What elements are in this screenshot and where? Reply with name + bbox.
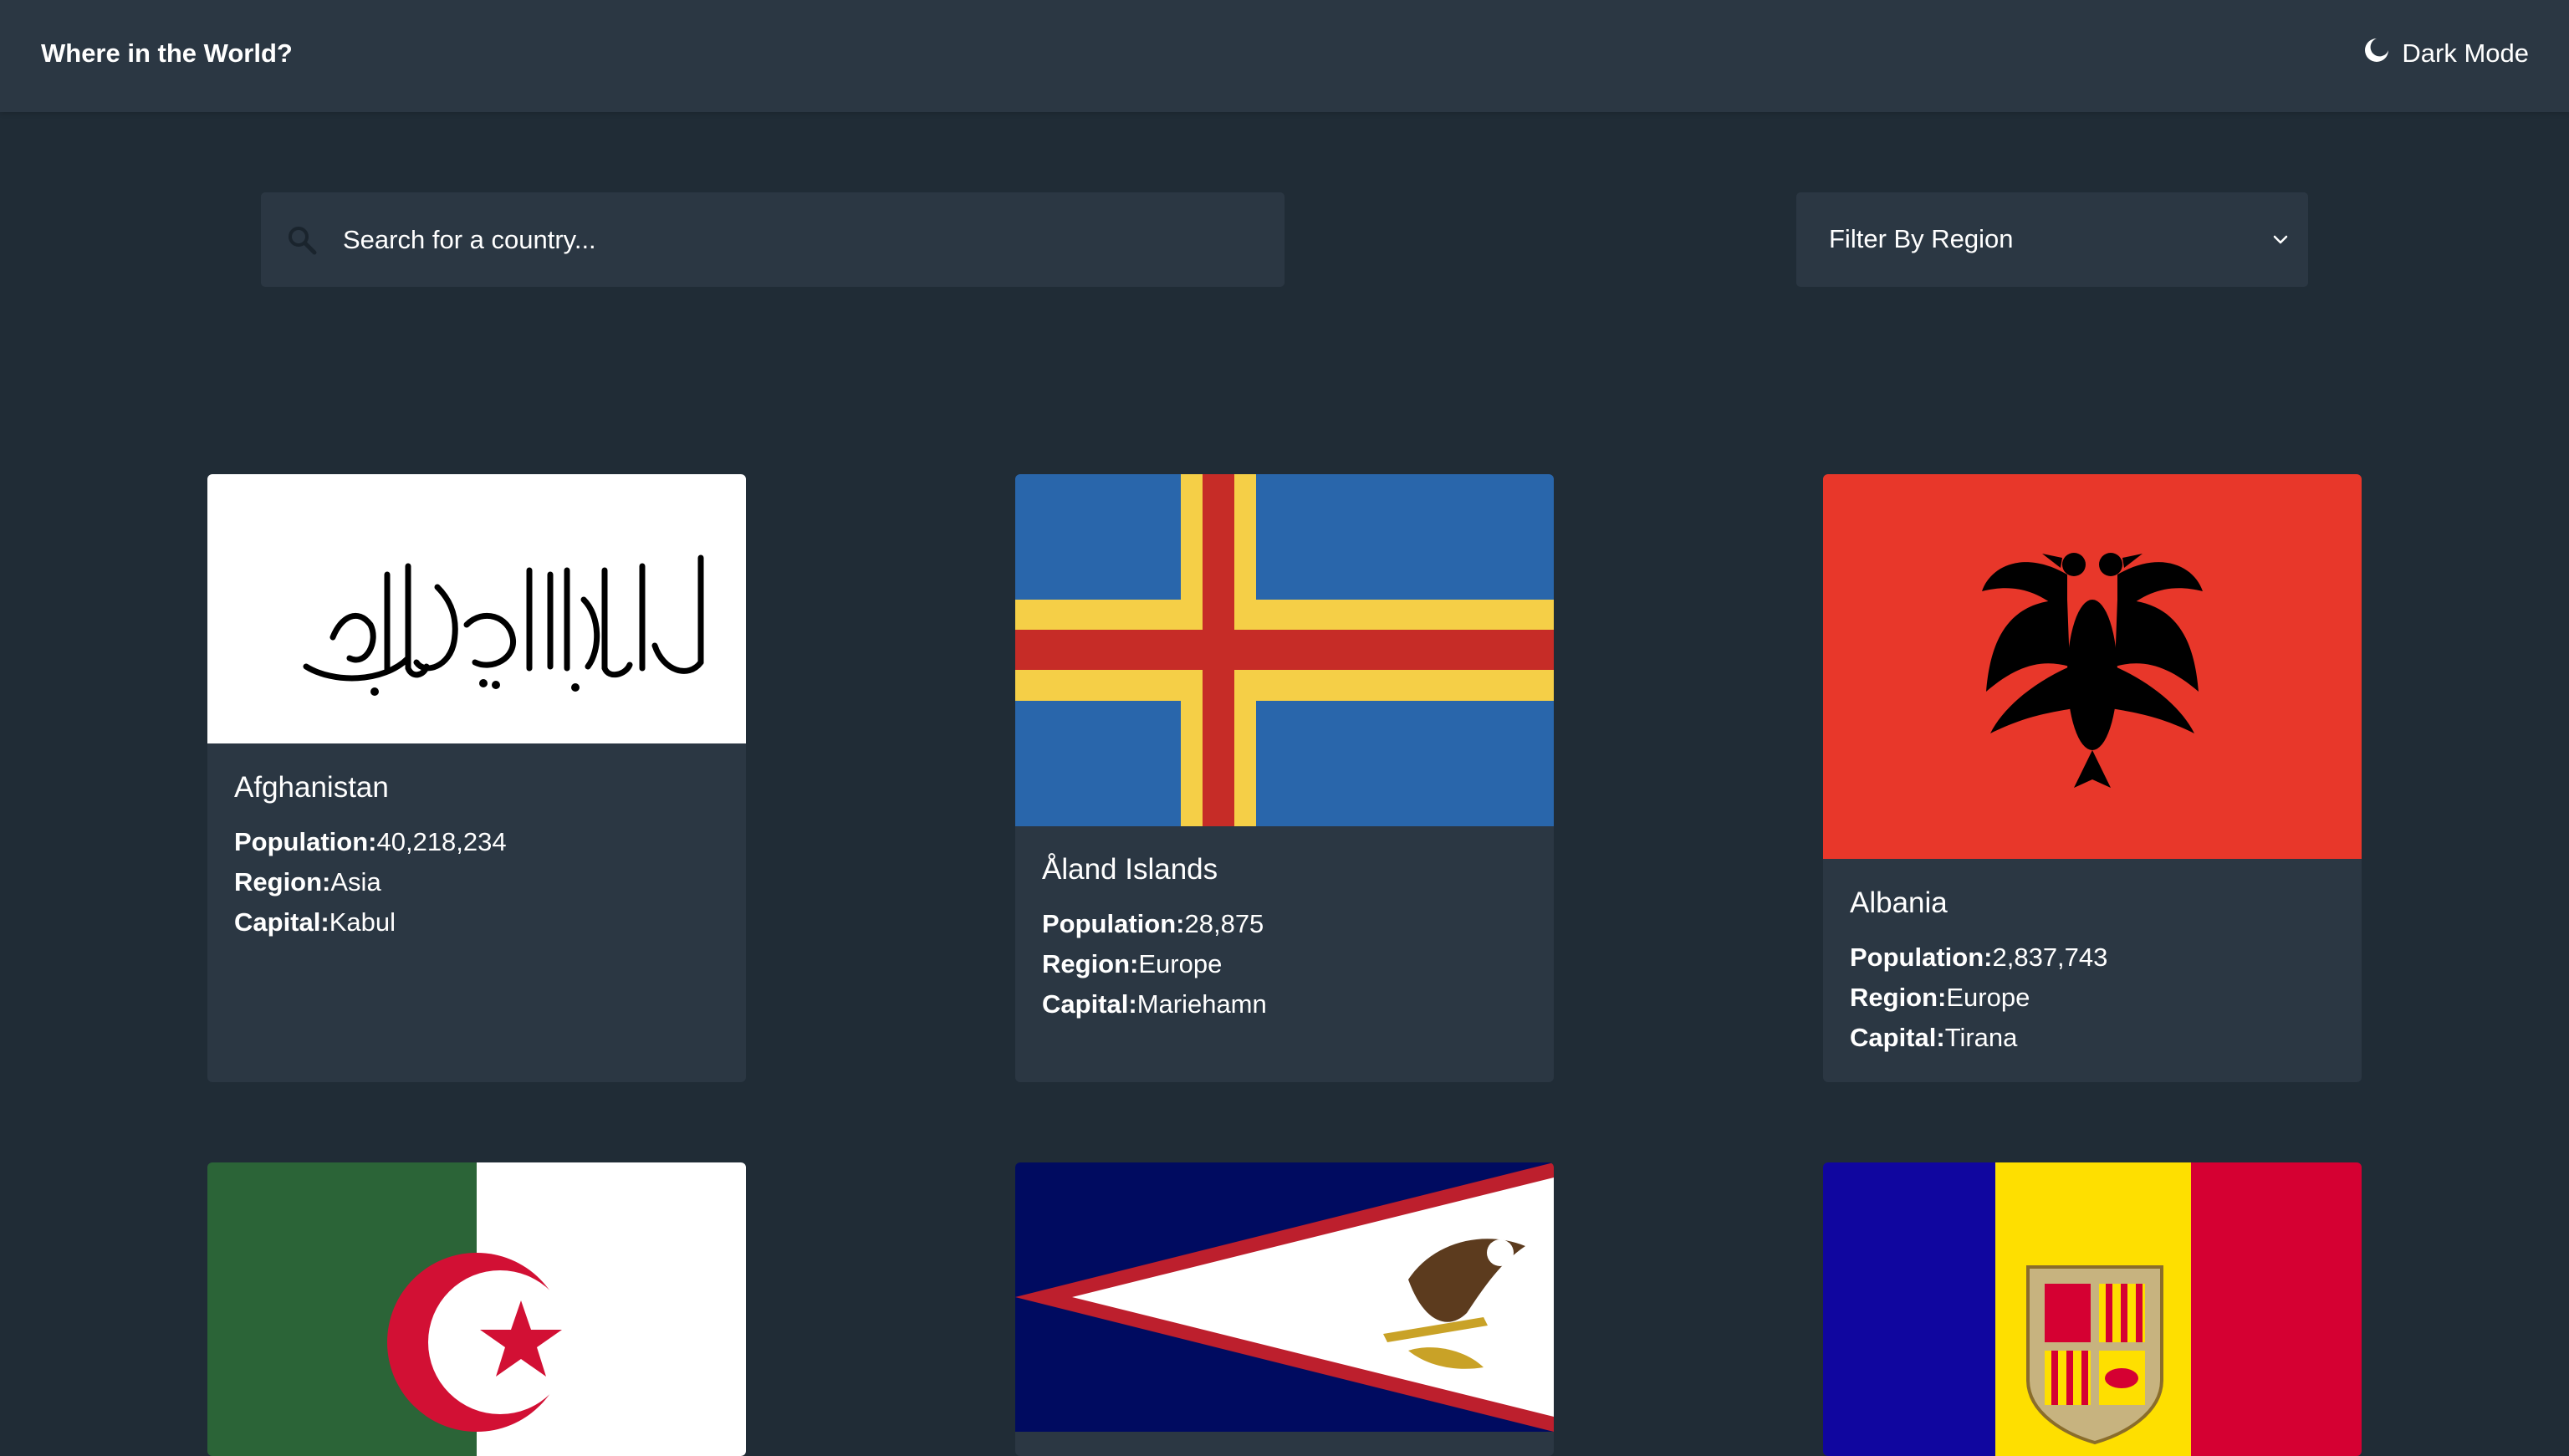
- country-card[interactable]: [1015, 1162, 1554, 1456]
- search-input[interactable]: [341, 192, 1261, 287]
- capital-fact: Capital:Mariehamn: [1042, 989, 1267, 1019]
- top-bar: Where in the World? Dark Mode: [0, 0, 2569, 112]
- country-card[interactable]: Afghanistan Population:40,218,234 Region…: [207, 474, 746, 1082]
- dark-mode-toggle[interactable]: Dark Mode: [2363, 33, 2529, 74]
- search-icon: [289, 227, 317, 255]
- search-box: [261, 192, 1284, 287]
- afghanistan-flag: [207, 474, 746, 743]
- population-fact: Population:28,875: [1042, 909, 1264, 938]
- population-fact: Population:40,218,234: [234, 827, 507, 856]
- country-card[interactable]: [207, 1162, 746, 1456]
- region-fact: Region:Europe: [1042, 949, 1223, 978]
- dark-mode-label: Dark Mode: [2402, 38, 2529, 68]
- albania-flag: [1823, 474, 2362, 859]
- region-fact: Region:Asia: [234, 867, 381, 897]
- aland-islands-flag: [1015, 474, 1554, 826]
- country-name: Afghanistan: [234, 771, 389, 804]
- country-card[interactable]: Åland Islands Population:28,875 Region:E…: [1015, 474, 1554, 1082]
- population-fact: Population:2,837,743: [1850, 943, 2108, 972]
- american-samoa-flag: [1015, 1162, 1554, 1432]
- region-filter-label: Filter By Region: [1829, 224, 2014, 253]
- moon-icon: [2363, 37, 2390, 70]
- andorra-flag: [1823, 1162, 2362, 1456]
- country-card[interactable]: Albania Population:2,837,743 Region:Euro…: [1823, 474, 2362, 1082]
- capital-fact: Capital:Tirana: [1850, 1023, 2018, 1052]
- capital-fact: Capital:Kabul: [234, 907, 396, 937]
- country-card[interactable]: [1823, 1162, 2362, 1456]
- algeria-flag: [207, 1162, 746, 1456]
- chevron-down-icon: [2273, 235, 2288, 244]
- app-title: Where in the World?: [41, 38, 293, 68]
- country-name: Albania: [1850, 886, 1948, 919]
- country-name: Åland Islands: [1042, 853, 1218, 886]
- region-filter-dropdown[interactable]: Filter By Region: [1796, 192, 2308, 287]
- region-fact: Region:Europe: [1850, 983, 2030, 1012]
